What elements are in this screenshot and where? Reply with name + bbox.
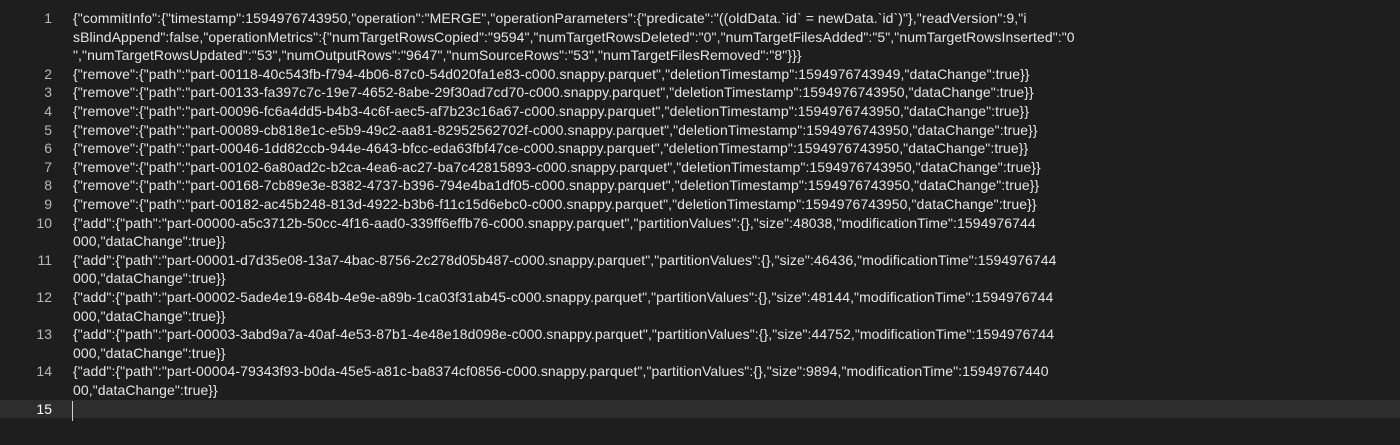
code-line[interactable]: 7 {"remove":{"path":"part-00102-6a80ad2c-…: [0, 158, 1400, 177]
line-text-wrapped: ","numTargetRowsUpdated":"53","numOutput…: [73, 47, 802, 64]
code-line[interactable]: 12 {"add":{"path":"part-00002-5ade4e19-68…: [0, 288, 1400, 325]
line-text: {"remove":{"path":"part-00089-cb818e1c-e…: [73, 121, 1038, 138]
line-text-wrapped: 000,"dataChange":true}}: [73, 307, 226, 324]
line-text: {"add":{"path":"part-00003-3abd9a7a-40af…: [73, 326, 1055, 343]
line-number: 8: [44, 177, 52, 194]
line-number: 1: [44, 10, 52, 26]
code-line[interactable]: 1 {"commitInfo":{"timestamp":159497674395…: [0, 9, 1400, 65]
line-text: {"add":{"path":"part-00001-d7d35e08-13a7…: [73, 251, 1057, 268]
line-text-wrapped: 000,"dataChange":true}}: [73, 344, 226, 361]
line-number: 10: [36, 214, 52, 231]
line-number: 3: [44, 84, 52, 101]
code-line[interactable]: 9 {"remove":{"path":"part-00182-ac45b248-…: [0, 195, 1400, 214]
code-line[interactable]: 11 {"add":{"path":"part-00001-d7d35e08-13…: [0, 251, 1400, 288]
line-text: {"add":{"path":"part-00000-a5c3712b-50cc…: [73, 214, 1036, 231]
code-line[interactable]: 8 {"remove":{"path":"part-00168-7cb89e3e-…: [0, 176, 1400, 195]
line-number: 2: [44, 65, 52, 82]
line-number: 14: [36, 363, 52, 380]
line-text: {"remove":{"path":"part-00046-1dd82ccb-9…: [73, 140, 1029, 157]
line-number: 15: [36, 400, 52, 417]
code-line[interactable]: 15: [0, 399, 1400, 419]
code-line[interactable]: 3 {"remove":{"path":"part-00133-fa397c7c-…: [0, 83, 1400, 102]
line-text: {"remove":{"path":"part-00168-7cb89e3e-8…: [73, 177, 1040, 194]
line-number: 5: [44, 121, 52, 138]
text-caret: [72, 401, 73, 421]
line-number: 13: [36, 326, 52, 343]
line-text-wrapped: 00,"dataChange":true}}: [73, 381, 218, 398]
code-line[interactable]: 5 {"remove":{"path":"part-00089-cb818e1c-…: [0, 121, 1400, 140]
line-number: 9: [44, 196, 52, 212]
line-text: {"commitInfo":{"timestamp":1594976743950…: [73, 10, 1027, 26]
line-number: 4: [44, 103, 52, 119]
line-number: 11: [37, 251, 52, 268]
line-text: {"add":{"path":"part-00004-79343f93-b0da…: [73, 363, 1049, 380]
code-line[interactable]: 14 {"add":{"path":"part-00004-79343f93-b0…: [0, 362, 1400, 399]
code-line[interactable]: 4 {"remove":{"path":"part-00096-fc6a4dd5-…: [0, 102, 1400, 121]
code-line[interactable]: 13 {"add":{"path":"part-00003-3abd9a7a-40…: [0, 325, 1400, 362]
line-text-wrapped: 000,"dataChange":true}}: [73, 270, 226, 287]
line-text: {"remove":{"path":"part-00096-fc6a4dd5-b…: [73, 103, 1030, 119]
line-text-wrapped: 000,"dataChange":true}}: [73, 233, 226, 250]
line-text: {"add":{"path":"part-00002-5ade4e19-684b…: [73, 289, 1054, 305]
code-line[interactable]: 2 {"remove":{"path":"part-00118-40c543fb-…: [0, 65, 1400, 84]
code-line[interactable]: 6 {"remove":{"path":"part-00046-1dd82ccb-…: [0, 139, 1400, 158]
line-text: {"remove":{"path":"part-00133-fa397c7c-1…: [73, 84, 1034, 101]
line-text-wrapped: sBlindAppend":false,"operationMetrics":{…: [73, 28, 1075, 45]
line-number: 6: [44, 140, 52, 157]
line-number: 12: [36, 289, 52, 305]
line-text: {"remove":{"path":"part-00118-40c543fb-f…: [73, 65, 1030, 82]
line-text: {"remove":{"path":"part-00102-6a80ad2c-b…: [73, 158, 1041, 175]
line-text: {"remove":{"path":"part-00182-ac45b248-8…: [73, 196, 1037, 212]
text-editor[interactable]: 1 {"commitInfo":{"timestamp":159497674395…: [0, 0, 1400, 445]
code-line[interactable]: 10 {"add":{"path":"part-00000-a5c3712b-50…: [0, 214, 1400, 251]
line-number: 7: [44, 158, 52, 175]
